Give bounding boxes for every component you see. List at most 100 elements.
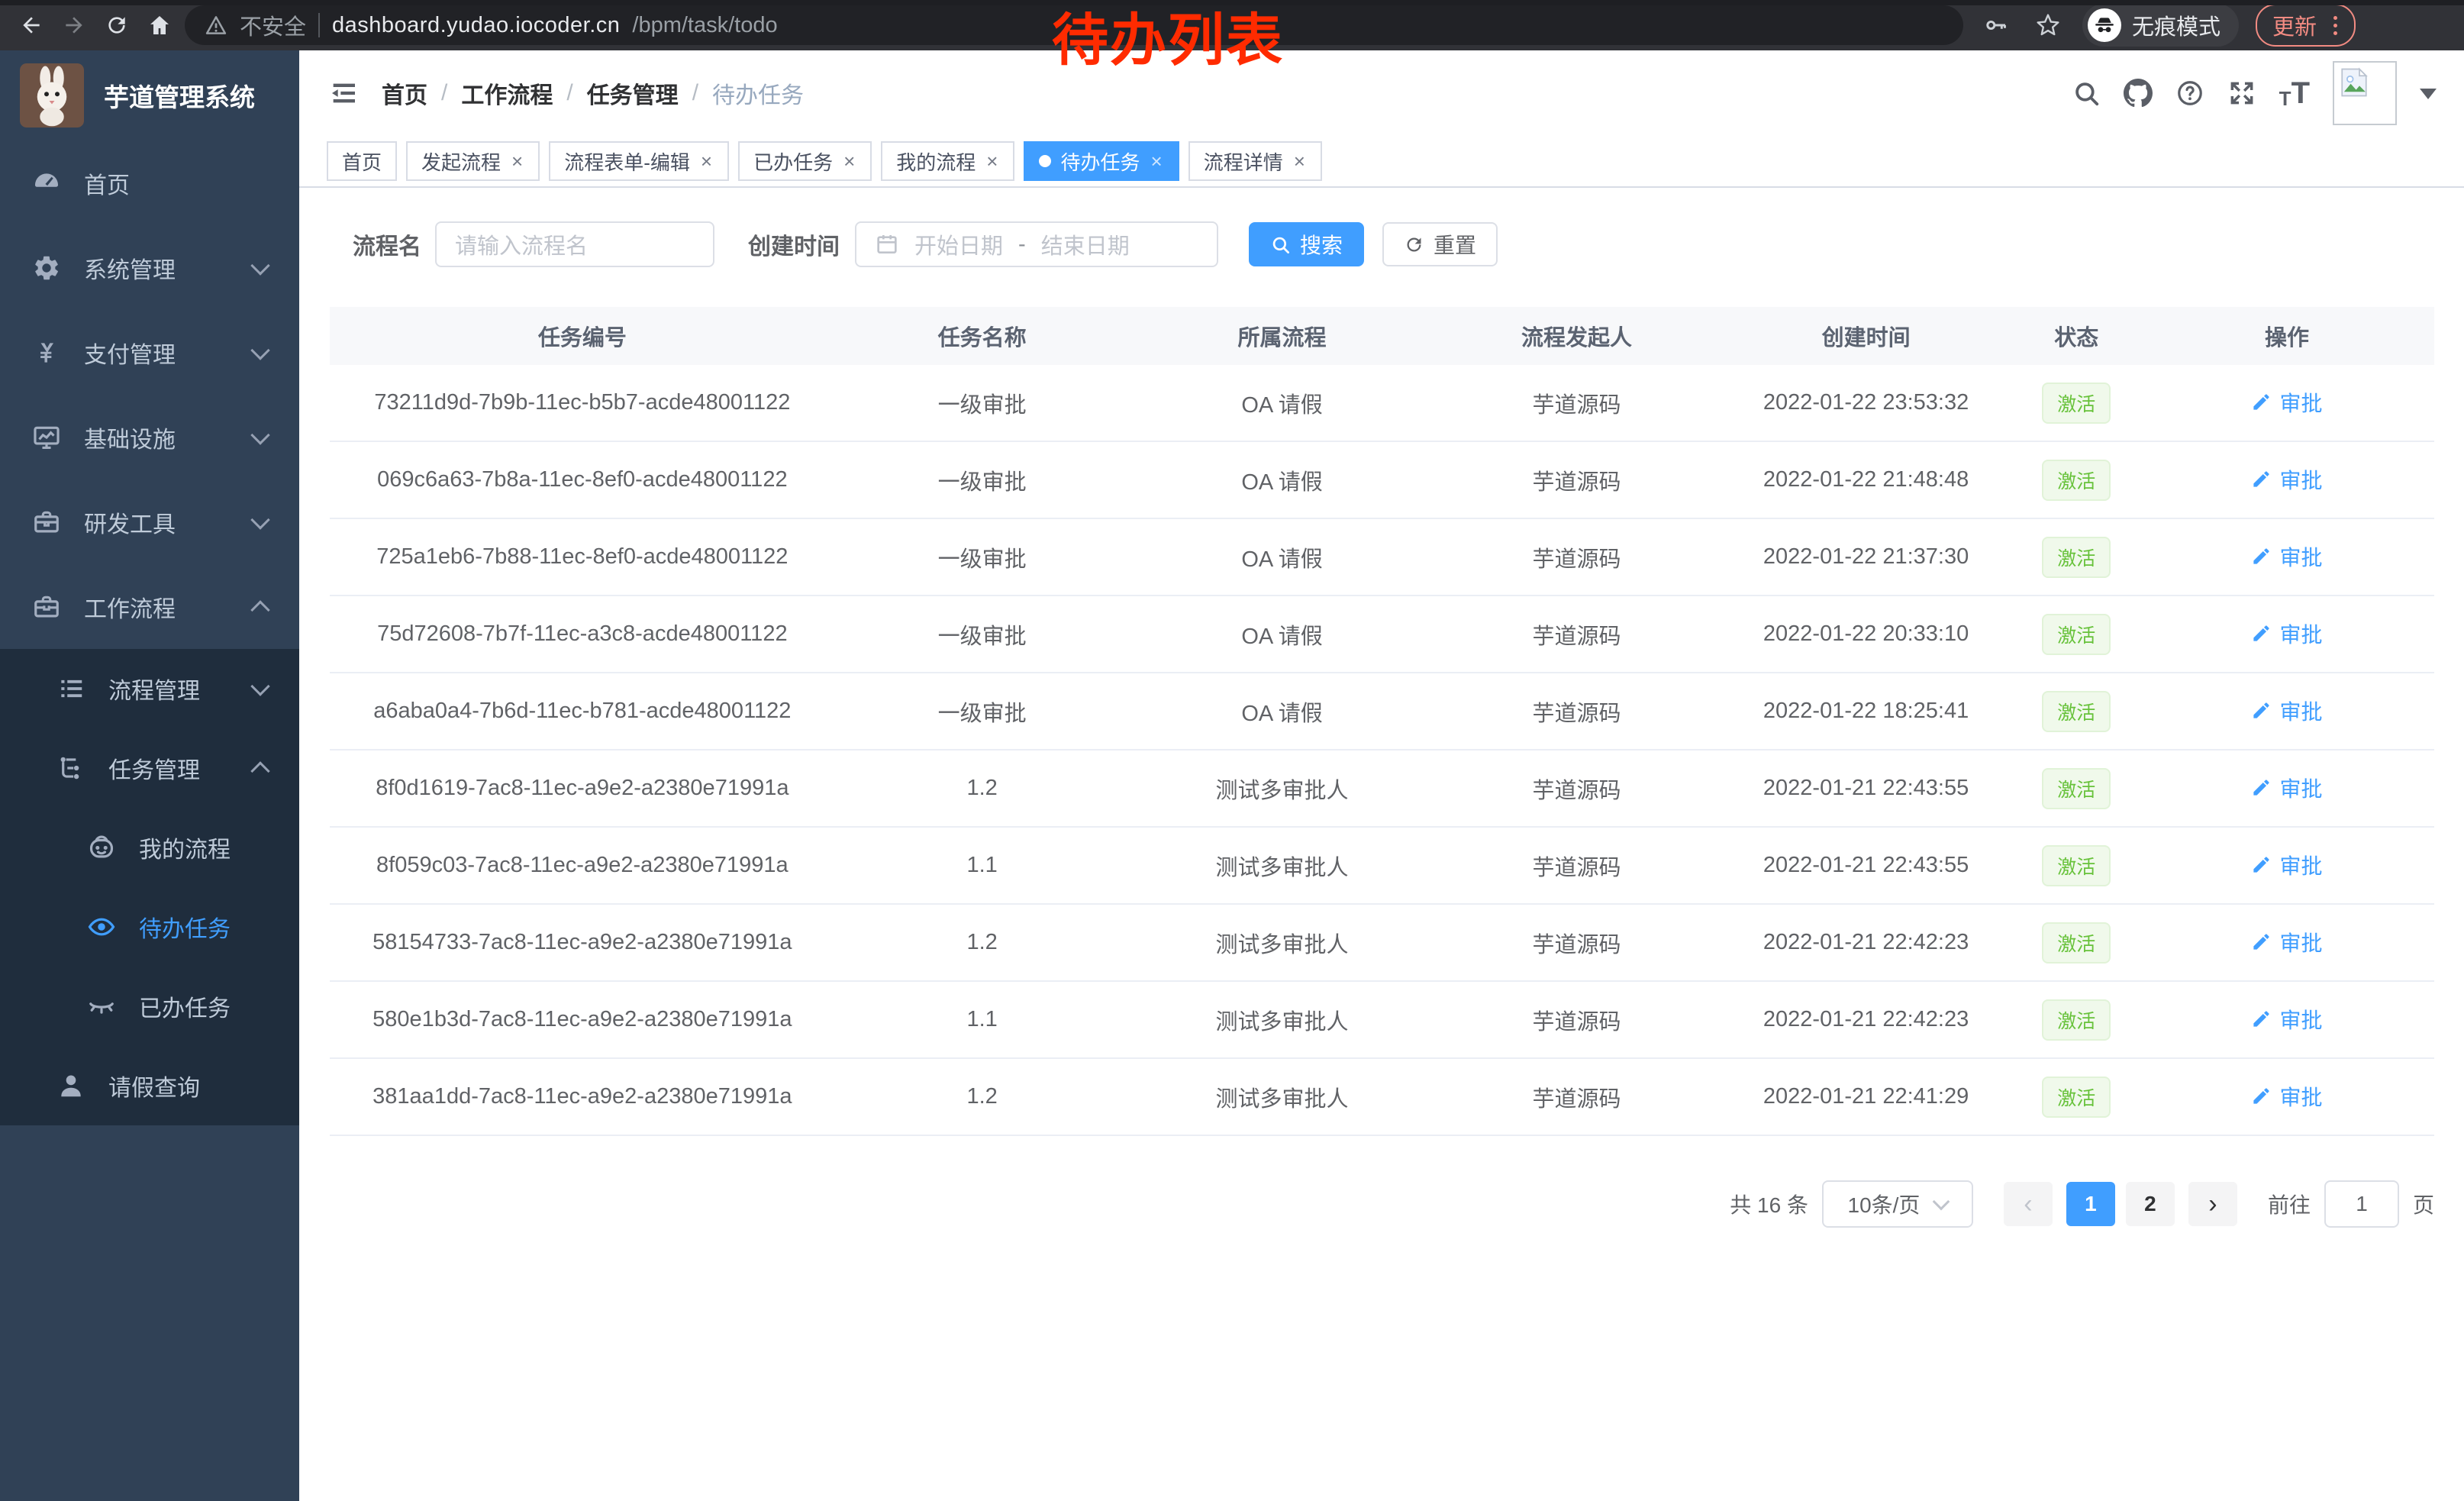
approve-link[interactable]: 审批 [2251,850,2322,880]
close-icon[interactable]: × [985,150,999,173]
sidebar-item[interactable]: 研发工具 [0,479,299,564]
reset-button[interactable]: 重置 [1382,222,1498,266]
close-icon[interactable]: × [699,150,714,173]
breadcrumb: 首页/工作流程/任务管理/待办任务 [382,76,804,110]
table-body: 73211d9d-7b9b-11ec-b5b7-acde48001122一级审批… [330,365,2434,1135]
column-header: 所属流程 [1130,307,1435,365]
chevron-down-icon [250,341,269,360]
cell-process: OA 请假 [1130,441,1435,518]
cell-task-name: 1.1 [835,827,1130,904]
breadcrumb-item[interactable]: 任务管理 [587,76,679,110]
page-button[interactable]: 2 [2126,1182,2175,1226]
page-button[interactable]: 1 [2066,1182,2115,1226]
date-range-input[interactable]: 开始日期 - 结束日期 [855,221,1218,267]
tab[interactable]: 首页 [327,141,397,181]
password-key-icon[interactable] [1979,8,2014,43]
approve-link[interactable]: 审批 [2251,1004,2322,1035]
url-host: dashboard.yudao.iocoder.cn [332,13,620,38]
close-icon[interactable]: × [1292,150,1307,173]
search-button[interactable]: 搜索 [1249,222,1364,266]
approve-link[interactable]: 审批 [2251,773,2322,803]
logo-image [20,63,84,128]
approve-link[interactable]: 审批 [2251,464,2322,495]
page-size-select[interactable]: 10条/页 [1822,1180,1973,1228]
cell-action: 审批 [2140,750,2434,827]
tab[interactable]: 发起流程× [406,141,540,181]
sidebar-menu: 首页系统管理支付管理基础设施研发工具工作流程流程管理任务管理我的流程待办任务已办… [0,140,299,1125]
chevron-down-icon[interactable] [2420,89,2437,108]
gear-icon [32,253,61,282]
cell-status: 激活 [2014,1058,2140,1135]
sidebar-item[interactable]: 已办任务 [0,967,299,1046]
sidebar-item[interactable]: 基础设施 [0,395,299,479]
approve-link[interactable]: 审批 [2251,387,2322,418]
tab[interactable]: 流程表单-编辑× [549,141,729,181]
cell-starter: 芋道源码 [1434,981,1718,1058]
cell-status: 激活 [2014,673,2140,750]
not-secure-icon [205,14,227,37]
column-header: 流程发起人 [1434,307,1718,365]
active-dot-icon [1039,155,1051,167]
cell-created-at: 2022-01-21 22:43:55 [1719,827,2014,904]
approve-link[interactable]: 审批 [2251,927,2322,957]
sidebar-item[interactable]: 工作流程 [0,564,299,649]
broken-image-icon [2338,66,2370,98]
update-button[interactable]: 更新 [2256,4,2356,47]
prev-icon: ‹ [2024,1190,2032,1219]
collapse-sidebar-icon[interactable] [327,76,360,110]
close-icon[interactable]: × [510,150,524,173]
github-icon[interactable] [2124,79,2153,108]
breadcrumb-item[interactable]: 工作流程 [461,76,553,110]
cell-starter: 芋道源码 [1434,673,1718,750]
reload-icon[interactable] [99,8,134,43]
breadcrumb-item[interactable]: 首页 [382,76,427,110]
pencil-icon [2251,1086,2272,1106]
cell-action: 审批 [2140,441,2434,518]
forward-icon[interactable] [56,8,92,43]
approve-link[interactable]: 审批 [2251,618,2322,649]
approve-link[interactable]: 审批 [2251,541,2322,572]
cell-created-at: 2022-01-22 23:53:32 [1719,365,2014,441]
process-name-input[interactable]: 请输入流程名 [435,221,714,267]
sidebar-item[interactable]: 待办任务 [0,887,299,967]
approve-link[interactable]: 审批 [2251,696,2322,726]
cell-status: 激活 [2014,365,2140,441]
sidebar-item[interactable]: 流程管理 [0,649,299,728]
tab[interactable]: 我的流程× [881,141,1014,181]
prev-page-button[interactable]: ‹ [2004,1182,2053,1226]
approve-link[interactable]: 审批 [2251,1081,2322,1112]
cell-action: 审批 [2140,1058,2434,1135]
eye-icon [87,912,116,941]
next-page-button[interactable]: › [2188,1182,2237,1226]
person-icon [56,1071,85,1100]
search-icon[interactable] [2072,79,2101,108]
sidebar-item[interactable]: 支付管理 [0,310,299,395]
sidebar-item[interactable]: 我的流程 [0,808,299,887]
tab[interactable]: 流程详情× [1188,141,1322,181]
avatar[interactable] [2333,61,2397,125]
close-icon[interactable]: × [842,150,856,173]
tab[interactable]: 已办任务× [738,141,872,181]
cell-task-id: 8f059c03-7ac8-11ec-a9e2-a2380e71991a [330,827,835,904]
browser-menu-icon[interactable] [2329,16,2342,35]
eye-closed-icon [87,992,116,1021]
back-icon[interactable] [14,8,49,43]
font-size-icon[interactable]: TT [2279,78,2310,108]
home-icon[interactable] [142,8,177,43]
approve-label: 审批 [2279,773,2322,803]
cell-task-id: 381aa1dd-7ac8-11ec-a9e2-a2380e71991a [330,1058,835,1135]
sidebar-item[interactable]: 请假查询 [0,1046,299,1125]
close-icon[interactable]: × [1150,150,1164,173]
tab[interactable]: 待办任务× [1024,141,1179,181]
approve-label: 审批 [2279,541,2322,572]
sidebar-item[interactable]: 系统管理 [0,225,299,310]
bookmark-star-icon[interactable] [2030,8,2066,43]
fullscreen-icon[interactable] [2227,79,2256,108]
logo-row[interactable]: 芋道管理系统 [0,50,299,140]
help-icon[interactable] [2175,79,2204,108]
status-badge: 激活 [2042,768,2111,809]
sidebar-item[interactable]: 任务管理 [0,728,299,808]
chevron-down-icon [250,425,269,444]
goto-page-input[interactable]: 1 [2324,1180,2399,1228]
sidebar-item[interactable]: 首页 [0,140,299,225]
